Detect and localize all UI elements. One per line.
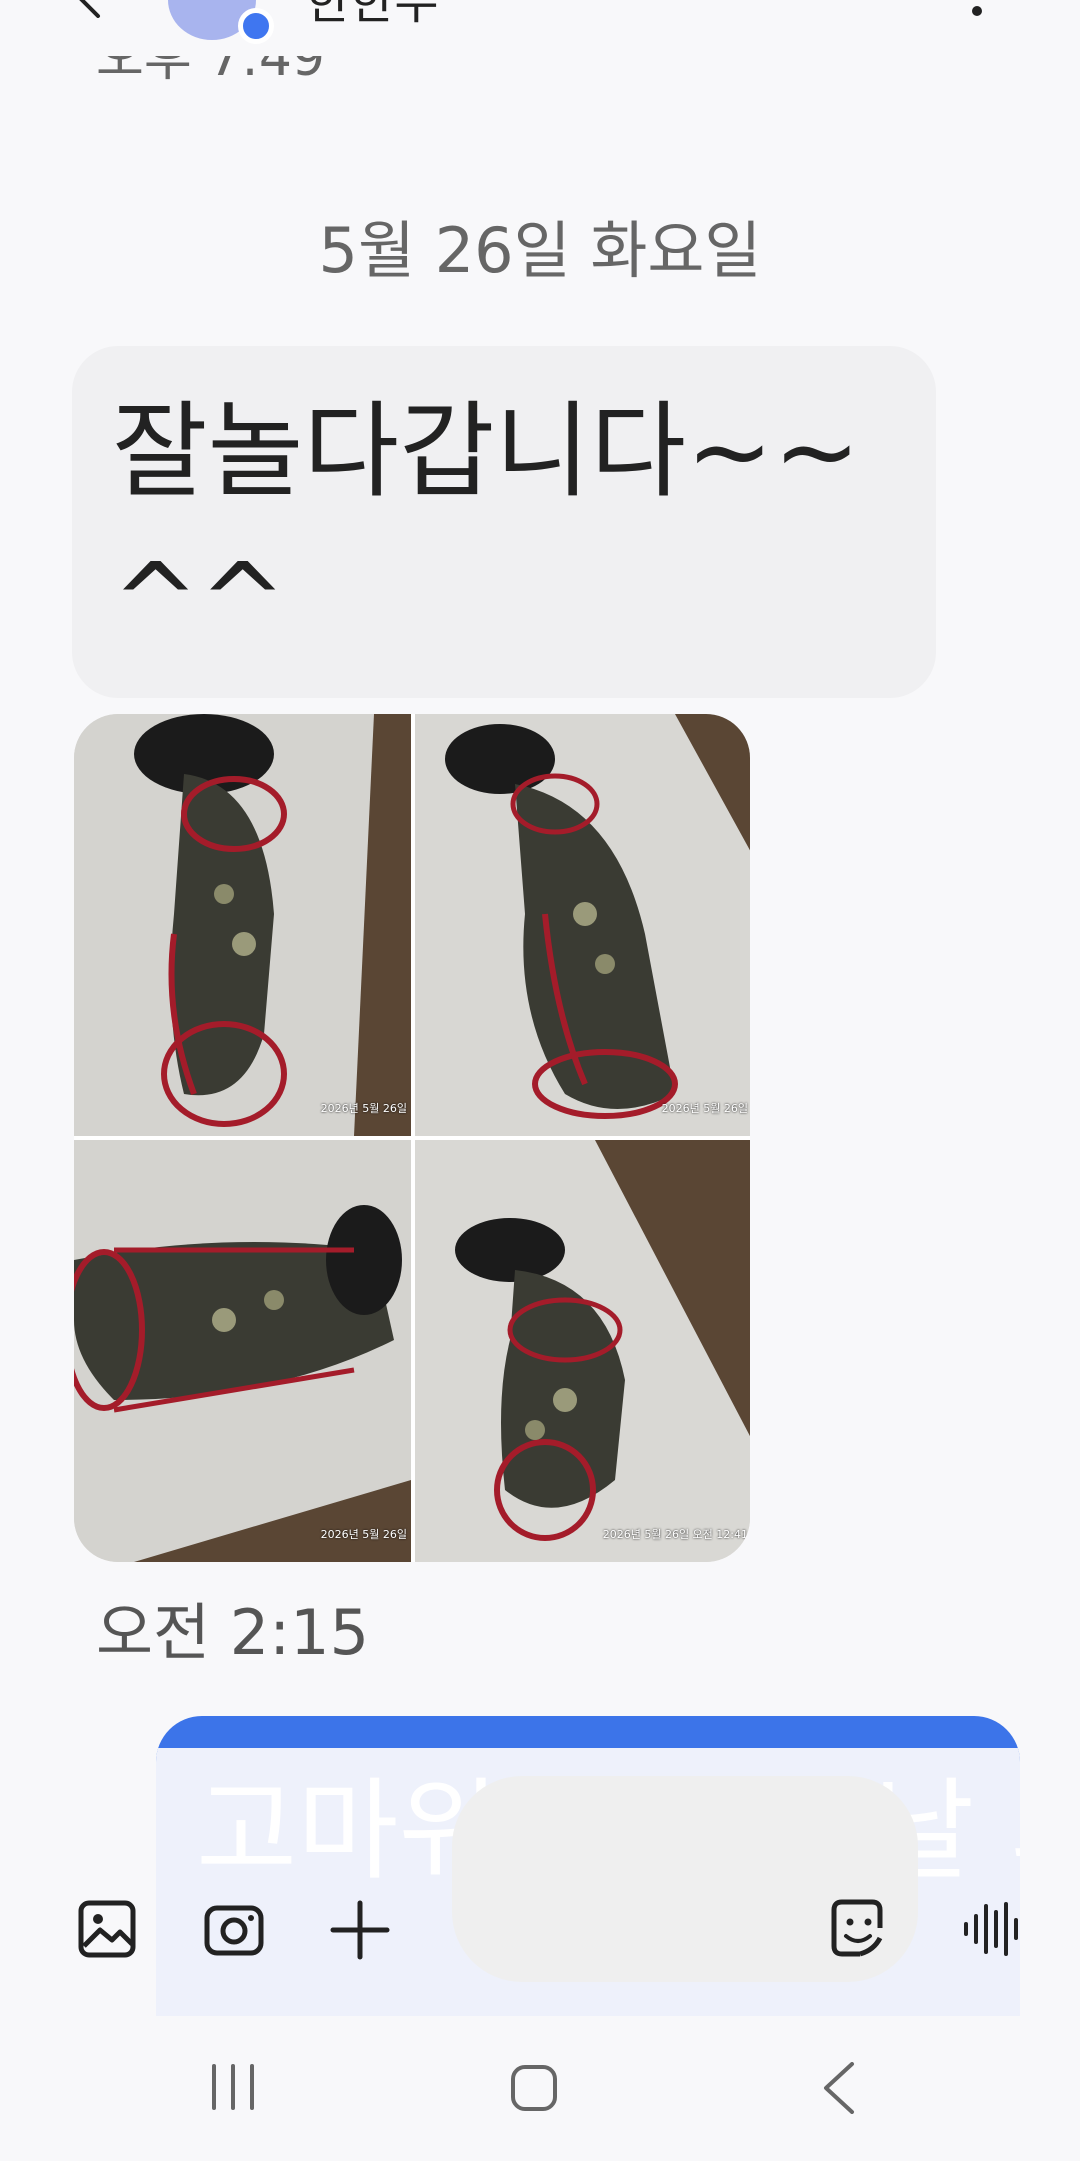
- previous-message-time: 오후 7:49: [96, 56, 325, 88]
- photo-timestamp: 2026년 5월 26일: [661, 1102, 748, 1115]
- voice-icon[interactable]: [962, 1900, 1024, 1958]
- back-icon[interactable]: [822, 2062, 856, 2114]
- photo-grid: 2026년 5월 26일 2026년 5월 26일 2026년 5월 26일 2…: [74, 714, 750, 1562]
- gallery-icon[interactable]: [78, 1900, 136, 1958]
- photo-timestamp: 2026년 5월 26일: [320, 1528, 407, 1541]
- chevron-left-icon[interactable]: [68, 0, 108, 18]
- message-time: 오전 2:15: [96, 1596, 370, 1669]
- recent-apps-icon[interactable]: [208, 2064, 258, 2110]
- contact-name[interactable]: 한한우: [306, 0, 438, 32]
- camera-icon[interactable]: [204, 1902, 264, 1956]
- home-icon[interactable]: [510, 2064, 558, 2112]
- status-badge: [238, 8, 274, 44]
- photo-timestamp: 2026년 5월 26일 오전 12:41: [602, 1528, 748, 1541]
- photo-thumbnail[interactable]: 2026년 5월 26일: [415, 714, 750, 1136]
- photo-thumbnail[interactable]: 2026년 5월 26일 오전 12:41: [415, 1140, 750, 1562]
- photo-thumbnail[interactable]: 2026년 5월 26일: [74, 1140, 411, 1562]
- date-separator: 5월 26일 화요일: [318, 214, 762, 287]
- photo-thumbnail[interactable]: 2026년 5월 26일: [74, 714, 411, 1136]
- more-vertical-icon[interactable]: [972, 6, 982, 16]
- incoming-message-text: 잘놀다갑니다~~^^: [112, 390, 861, 662]
- incoming-message-bubble[interactable]: 잘놀다갑니다~~^^: [72, 346, 936, 698]
- sticker-icon[interactable]: [830, 1898, 890, 1958]
- plus-icon[interactable]: [330, 1900, 390, 1960]
- photo-timestamp: 2026년 5월 26일: [320, 1102, 407, 1115]
